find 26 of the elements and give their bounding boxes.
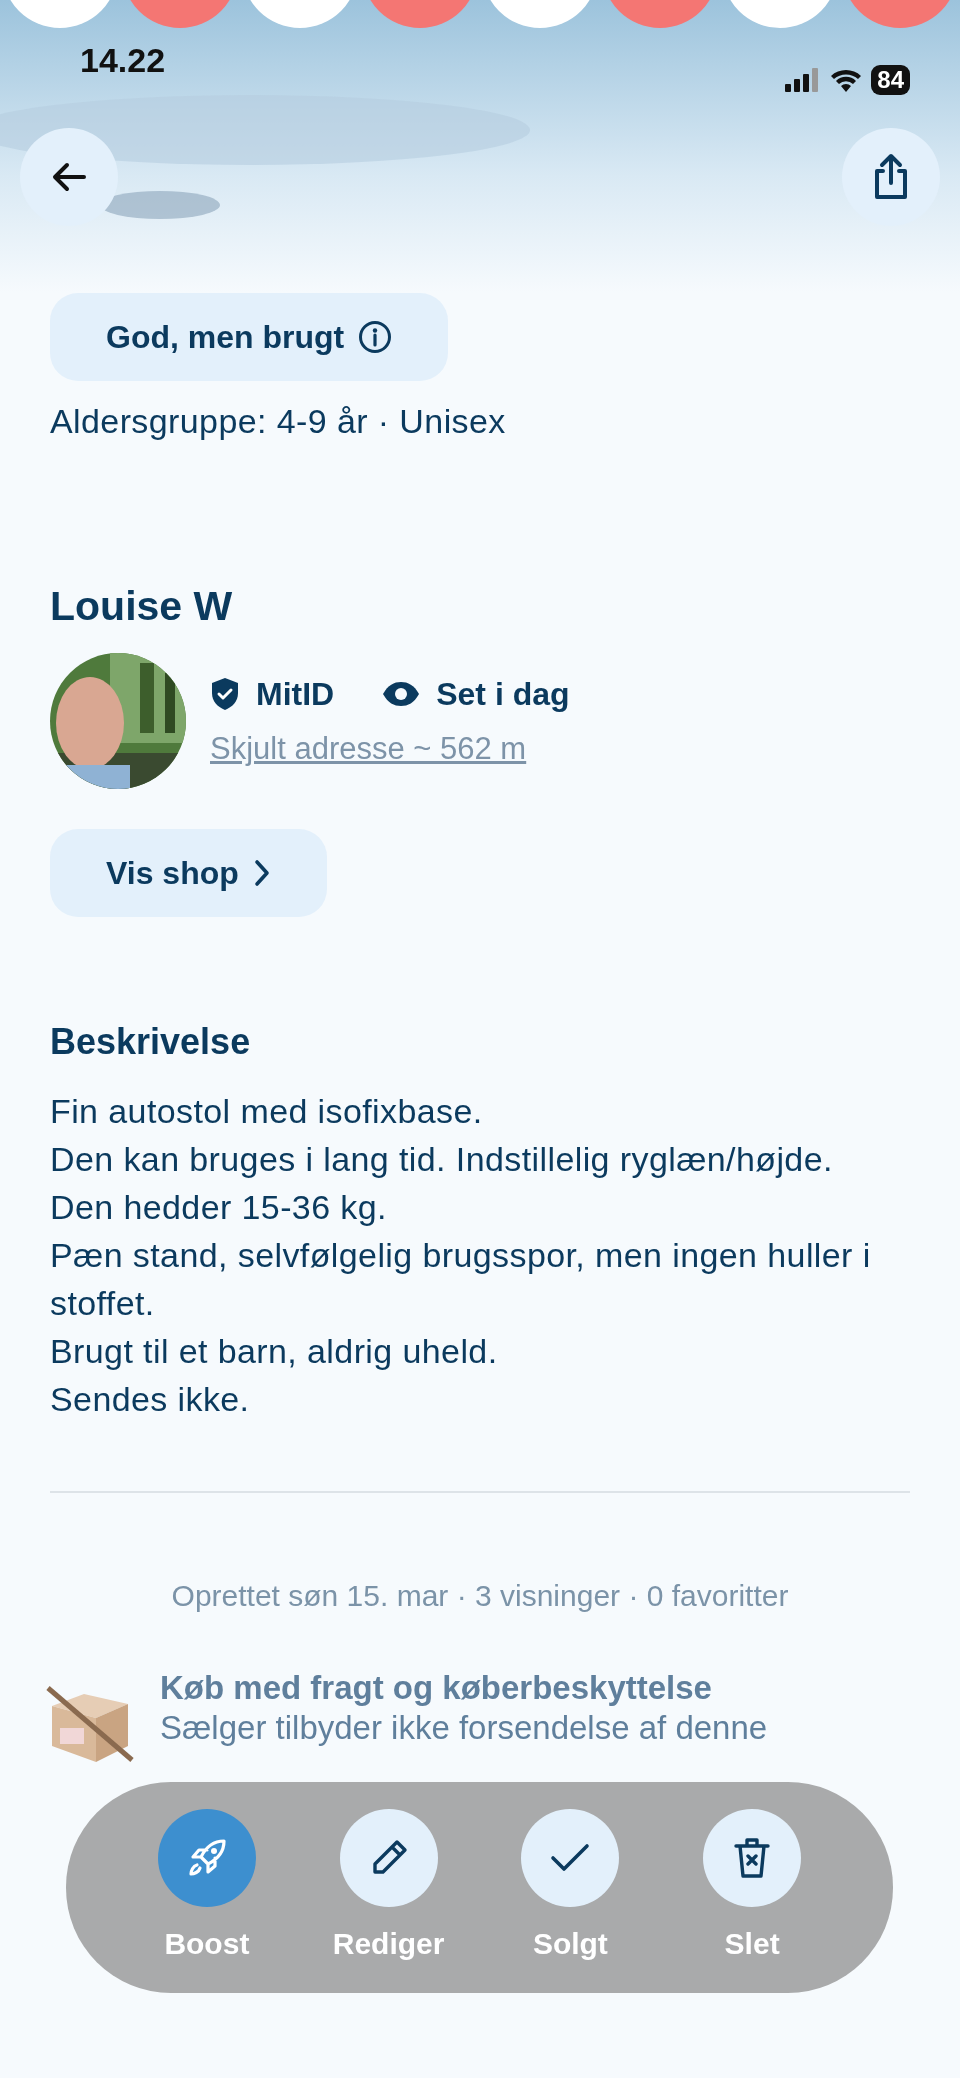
back-arrow-icon [52, 162, 86, 192]
shipping-subtitle: Sælger tilbyder ikke forsendelse af denne [160, 1708, 768, 1748]
description-text: Fin autostol med isofixbase. Den kan bruges i lang tid. Indstillelig ryglæn/højde. Den hedder 15-36 kg. Pæn stand, selvfølgelig brugsspor, men ingen huller i stoffet. Brugt til et barn, aldrig uheld. Sendes ikke. [50, 1091, 872, 1420]
checkmark-icon [550, 1843, 591, 1873]
badge-label: Set i dag [436, 674, 570, 714]
age-group-text: Aldersgruppe: 4-9 år · Unisex [50, 401, 507, 442]
location-link[interactable]: Skjult adresse ~ 562 m [210, 730, 527, 766]
action-button[interactable]: Boost [131, 1809, 282, 1966]
action-button[interactable]: Solgt [495, 1809, 646, 1966]
status-time: 14.22 [80, 40, 166, 81]
action-button[interactable]: Rediger [313, 1809, 464, 1966]
trash-icon [733, 1836, 772, 1880]
battery-level: 84 [871, 65, 910, 95]
chevron-right-icon [252, 859, 271, 887]
view-shop-button[interactable]: Vis shop [50, 829, 327, 917]
wifi-icon [829, 67, 864, 93]
seller-name: Louise W [50, 582, 234, 631]
info-icon [358, 320, 393, 354]
listing-meta-text: Oprettet søn 15. mar · 3 visninger · 0 favoritter [170, 1578, 790, 1614]
shipping-title: Køb med fragt og køberbeskyttelse [160, 1668, 713, 1708]
eye-icon [382, 680, 421, 707]
condition-button[interactable]: God, men brugt [50, 293, 449, 381]
shield-check-icon [210, 676, 240, 711]
badge-label: MitID [256, 674, 335, 714]
action-button[interactable]: Slet [677, 1809, 828, 1966]
section-heading: Beskrivelse [50, 1020, 252, 1064]
